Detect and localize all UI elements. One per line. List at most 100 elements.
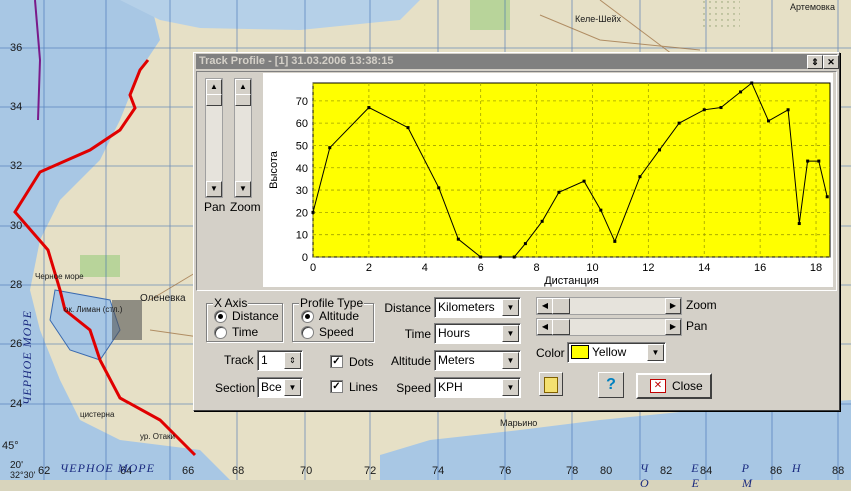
time-unit-value: Hours bbox=[438, 326, 471, 340]
x-tick-label: 0 bbox=[310, 262, 316, 274]
color-select[interactable]: Yellow ▼ bbox=[567, 342, 666, 363]
lon-label: 62 bbox=[38, 465, 51, 477]
chevron-down-icon[interactable]: ▼ bbox=[502, 379, 519, 396]
sea-label-bottom: ЧЕРНОЕ МОРЕ bbox=[60, 461, 155, 475]
x-axis-distance-radio[interactable] bbox=[214, 310, 227, 323]
altitude-data-point bbox=[599, 208, 603, 212]
chevron-down-icon[interactable]: ▼ bbox=[502, 299, 519, 316]
altitude-data-point bbox=[498, 255, 502, 259]
scroll-left-icon[interactable]: ◀ bbox=[537, 298, 553, 314]
altitude-profile-chart[interactable]: 0 10 20 30 40 50 60 70 0 2 4 6 8 10 12 14 16 18 Дистанция В… bbox=[263, 73, 833, 287]
speed-unit-value: KPH bbox=[438, 380, 463, 394]
altitude-data-point bbox=[677, 121, 681, 125]
lon-label: 74 bbox=[432, 465, 445, 477]
lines-checkbox[interactable]: ✓ bbox=[330, 380, 343, 393]
scroll-down-icon[interactable]: ▼ bbox=[235, 181, 251, 197]
x-axis-label: Дистанция bbox=[544, 275, 599, 287]
x-tick-label: 16 bbox=[754, 262, 766, 274]
x-axis-time-label[interactable]: Time bbox=[232, 325, 258, 339]
corner-label: 32°30' bbox=[10, 470, 36, 480]
lon-label: 70 bbox=[300, 465, 313, 477]
profile-altitude-label[interactable]: Altitude bbox=[319, 309, 359, 323]
altitude-data-point bbox=[523, 242, 527, 246]
scroll-left-icon[interactable]: ◀ bbox=[537, 319, 553, 335]
altitude-data-point bbox=[512, 255, 516, 259]
scroll-down-icon[interactable]: ▼ bbox=[206, 181, 222, 197]
altitude-data-point bbox=[658, 148, 662, 152]
altitude-data-point bbox=[540, 219, 544, 223]
section-value: Все bbox=[261, 380, 282, 394]
chevron-down-icon[interactable]: ▼ bbox=[502, 325, 519, 342]
y-tick-label: 60 bbox=[296, 118, 308, 130]
altitude-unit-value: Meters bbox=[438, 353, 475, 367]
speed-unit-select[interactable]: KPH ▼ bbox=[434, 377, 521, 398]
spin-arrows-icon[interactable]: ⇕ bbox=[284, 352, 301, 369]
place-label: ур. Отаки bbox=[140, 432, 176, 441]
altitude-data-point bbox=[702, 108, 706, 112]
scroll-up-icon[interactable]: ▲ bbox=[206, 79, 222, 95]
altitude-data-point bbox=[739, 90, 743, 94]
altitude-unit-select[interactable]: Meters ▼ bbox=[434, 350, 521, 371]
lat-label: 30 bbox=[10, 220, 23, 232]
profile-speed-radio[interactable] bbox=[301, 326, 314, 339]
zoom-label: Zoom bbox=[230, 200, 261, 214]
zoom-horizontal-scrollbar[interactable]: ◀ ▶ bbox=[536, 297, 682, 315]
lines-label[interactable]: Lines bbox=[349, 380, 378, 394]
pan-vertical-scrollbar[interactable]: ▲ ▼ bbox=[205, 78, 223, 198]
scroll-right-icon[interactable]: ▶ bbox=[665, 319, 681, 335]
chevron-down-icon[interactable]: ▼ bbox=[502, 352, 519, 369]
scroll-thumb[interactable] bbox=[206, 94, 222, 106]
scroll-up-icon[interactable]: ▲ bbox=[235, 79, 251, 95]
altitude-data-point bbox=[456, 237, 460, 241]
scroll-thumb[interactable] bbox=[552, 319, 570, 335]
close-icon[interactable]: ✕ bbox=[823, 55, 839, 69]
x-tick-label: 14 bbox=[698, 262, 710, 274]
chevron-down-icon[interactable]: ▼ bbox=[647, 344, 664, 361]
lat-label: 32 bbox=[10, 160, 23, 172]
help-button[interactable]: ? bbox=[598, 372, 624, 398]
y-tick-label: 40 bbox=[296, 163, 308, 175]
place-label: Черное море bbox=[35, 272, 84, 281]
speed-unit-label: Speed bbox=[396, 381, 431, 395]
close-button[interactable]: ✕ Close bbox=[636, 373, 712, 399]
dots-checkbox[interactable]: ✓ bbox=[330, 355, 343, 368]
altitude-data-point bbox=[479, 255, 483, 259]
altitude-data-point bbox=[786, 108, 790, 112]
x-axis-distance-label[interactable]: Distance bbox=[232, 309, 279, 323]
dots-label[interactable]: Dots bbox=[349, 355, 374, 369]
export-button[interactable] bbox=[539, 372, 563, 396]
restore-icon[interactable]: ⇕ bbox=[807, 55, 823, 69]
title-bar[interactable]: Track Profile - [1] 31.03.2006 13:38:15 … bbox=[196, 54, 839, 69]
distance-unit-select[interactable]: Kilometers ▼ bbox=[434, 297, 521, 318]
scroll-right-icon[interactable]: ▶ bbox=[665, 298, 681, 314]
altitude-data-point bbox=[437, 186, 441, 190]
profile-speed-label[interactable]: Speed bbox=[319, 325, 354, 339]
profile-altitude-radio[interactable] bbox=[301, 310, 314, 323]
zoom-vertical-scrollbar[interactable]: ▲ ▼ bbox=[234, 78, 252, 198]
place-label: Артемовка bbox=[790, 2, 835, 12]
chevron-down-icon[interactable]: ▼ bbox=[284, 379, 301, 396]
time-unit-select[interactable]: Hours ▼ bbox=[434, 323, 521, 344]
color-value: Yellow bbox=[592, 345, 627, 359]
chart-area[interactable]: 0 10 20 30 40 50 60 70 0 2 4 6 8 10 12 14 16 18 Дистанция В… bbox=[263, 73, 833, 287]
track-value: 1 bbox=[261, 353, 268, 367]
scroll-thumb[interactable] bbox=[552, 298, 570, 314]
place-label: Марьино bbox=[500, 418, 538, 428]
x-axis-time-radio[interactable] bbox=[214, 326, 227, 339]
altitude-data-point bbox=[797, 222, 801, 226]
sea-label-right: Ч Е Р Н О Е М bbox=[640, 461, 821, 490]
scroll-thumb[interactable] bbox=[235, 94, 251, 106]
altitude-data-point bbox=[719, 106, 723, 110]
altitude-data-point bbox=[311, 210, 315, 214]
pan-horizontal-scrollbar[interactable]: ◀ ▶ bbox=[536, 318, 682, 336]
y-tick-label: 50 bbox=[296, 140, 308, 152]
x-tick-label: 12 bbox=[642, 262, 654, 274]
y-tick-label: 10 bbox=[296, 230, 308, 242]
profile-type-group-title: Profile Type bbox=[299, 296, 365, 310]
section-label: Section bbox=[215, 381, 256, 395]
section-select[interactable]: Все ▼ bbox=[257, 377, 303, 398]
track-spinner[interactable]: 1 ⇕ bbox=[257, 350, 303, 371]
y-tick-label: 20 bbox=[296, 207, 308, 219]
x-tick-label: 10 bbox=[586, 262, 598, 274]
help-icon: ? bbox=[606, 376, 616, 393]
